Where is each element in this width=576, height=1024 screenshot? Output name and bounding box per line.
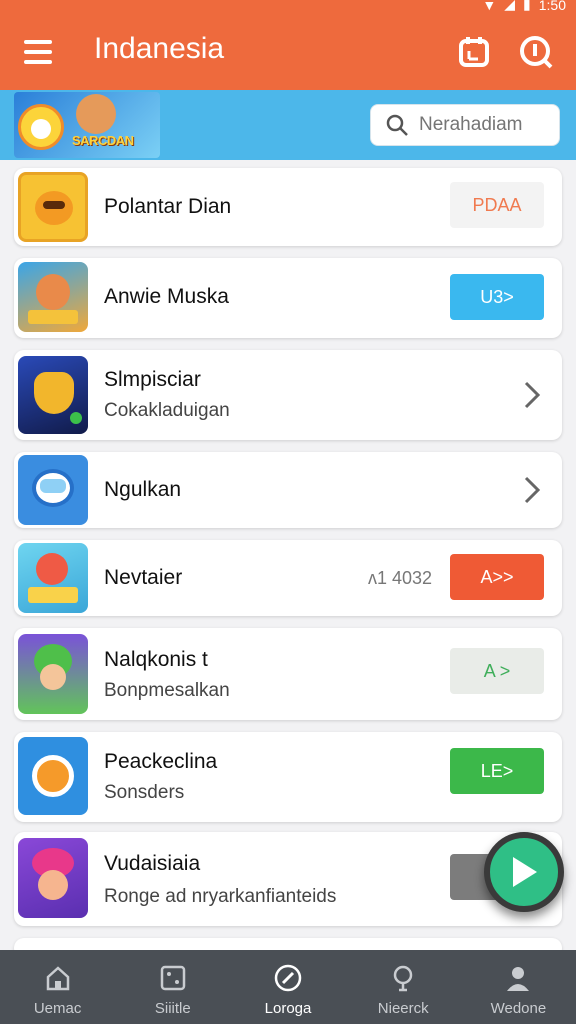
app-thumbnail [18,543,88,613]
app-thumbnail [18,838,88,918]
install-button[interactable]: LE> [450,748,544,794]
signal-icon: ◢ [504,0,516,12]
item-title: Nevtaier [104,566,183,589]
list-item[interactable]: Slmpisciar Cokakladuigan [14,350,562,440]
nav-profile[interactable]: Wedone [461,950,576,1024]
status-time: 1:50 [538,0,566,13]
banner-character [76,94,116,134]
app-thumbnail [18,262,88,332]
app-thumbnail [18,356,88,434]
banner-mascot [18,104,64,150]
play-fab[interactable] [484,832,564,912]
nav-label: Wedone [490,1000,547,1017]
nav-home[interactable]: Uemac [0,950,115,1024]
search-input[interactable] [419,114,559,136]
info-icon[interactable] [518,34,554,70]
banner-logo[interactable]: SARCDAN [14,92,160,158]
battery-icon: ▮ [523,0,531,12]
item-subtitle: Sonsders [104,782,185,803]
nav-grid[interactable]: Siiitle [115,950,230,1024]
banner: SARCDAN [0,90,576,160]
install-button[interactable]: A>> [450,554,544,600]
bottom-nav: Uemac Siiitle Loroga Nieerck Wedone [0,950,576,1024]
app-bar: Indanesia [0,16,576,90]
chevron-right-icon[interactable] [520,380,544,410]
nav-label: Loroga [264,1000,312,1017]
bulb-icon [393,965,413,992]
item-title: Anwie Muska [104,285,229,308]
nav-compass[interactable]: Loroga [230,950,345,1024]
list-item[interactable]: Ngulkan [14,452,562,528]
nav-label: Uemac [33,1000,82,1017]
status-icons: ▼ ◢ ▮ 1:50 [482,0,566,13]
item-subtitle: Ronge ad nryarkanfianteids [104,886,337,907]
nav-label: Nieerck [377,1000,429,1017]
calendar-icon[interactable] [456,34,492,70]
grid-icon [160,965,186,991]
item-title: Ngulkan [104,478,182,501]
app-thumbnail [18,172,88,242]
chevron-right-icon[interactable] [520,475,544,505]
install-button[interactable]: A > [450,648,544,694]
home-icon [46,966,69,991]
item-subtitle: Cokakladuigan [104,400,230,421]
list-item[interactable]: Peackeclina Sonsders LE> [14,732,562,822]
list-item[interactable]: Nalqkonis t Bonpmesalkan A > [14,628,562,720]
app-thumbnail [18,737,88,815]
item-title: Peackeclina [104,750,218,773]
nav-label: Siiitle [154,1000,191,1017]
app-thumbnail [18,634,88,714]
item-title: Vudaisiaia [104,852,201,875]
app-title: Indanesia [94,32,225,65]
menu-icon[interactable] [24,36,56,68]
item-title: Nalqkonis t [104,648,208,671]
item-subtitle: Bonpmesalkan [104,680,230,701]
compass-icon [274,964,302,992]
search-icon [386,114,408,136]
list-item[interactable]: Nevtaier ᴧ1 4032 A>> [14,540,562,616]
status-bar: ▼ ◢ ▮ 1:50 [0,0,576,16]
profile-icon [507,967,530,991]
install-button[interactable]: U3> [450,274,544,320]
app-thumbnail [18,455,88,525]
list-item[interactable]: Anwie Muska U3> [14,258,562,338]
nav-bulb[interactable]: Nieerck [346,950,461,1024]
item-title: Slmpisciar [104,368,201,391]
install-button[interactable]: PDAA [450,182,544,228]
play-icon [513,857,537,887]
list-item[interactable]: Polantar Dian PDAA [14,168,562,246]
banner-logo-text: SARCDAN [72,133,134,148]
item-meta: ᴧ1 4032 [367,568,432,588]
item-title: Polantar Dian [104,195,232,218]
search-box[interactable] [370,104,560,146]
list-item[interactable]: Vudaisiaia Ronge ad nryarkanfianteids L [14,832,562,926]
wifi-icon: ▼ [482,0,497,13]
